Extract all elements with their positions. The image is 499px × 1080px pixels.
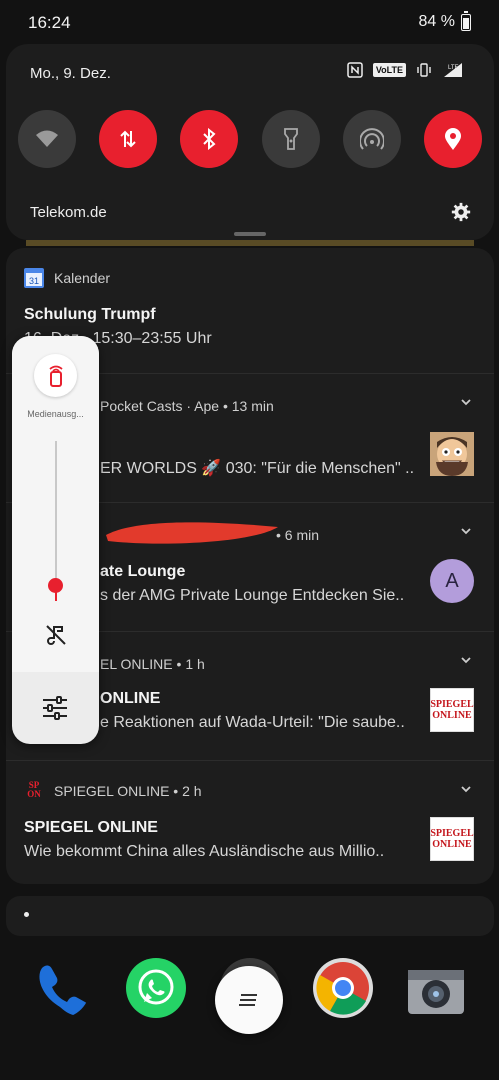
quick-settings-panel: Mo., 9. Dez. VoLTE LTE Telekom.de	[6, 44, 494, 240]
chevron-down-icon[interactable]	[460, 654, 472, 666]
phone-app-icon[interactable]	[30, 958, 90, 1018]
notification-time: 2 h	[182, 783, 202, 799]
notification-title: SPIEGEL ONLINE	[24, 819, 158, 836]
qs-tile-mobile-data[interactable]	[99, 110, 158, 168]
manage-notifications-icon	[239, 994, 257, 1006]
chevron-down-icon[interactable]	[460, 396, 472, 408]
music-off-icon[interactable]	[44, 623, 68, 647]
notification-body: e Reaktionen auf Wada-Urteil: "Die saube…	[100, 714, 405, 731]
nfc-icon	[347, 62, 363, 78]
app-name-text: Pocket Casts · Ape	[100, 398, 220, 414]
volte-badge: VoLTE	[372, 63, 406, 77]
remote-output-icon	[48, 365, 63, 387]
notification-time: • 6 min	[276, 527, 320, 543]
battery-percent: 84 %	[418, 13, 455, 30]
app-icon-line2: ON	[27, 789, 41, 799]
podcast-artwork	[430, 432, 474, 476]
status-bar: 16:24 84 %	[0, 0, 499, 44]
notification-time-value: 6 min	[284, 527, 320, 543]
chrome-app-icon[interactable]	[313, 958, 373, 1018]
qs-tile-flashlight[interactable]	[261, 110, 320, 168]
redaction-scribble	[106, 522, 278, 544]
sender-avatar: A	[430, 559, 474, 603]
logo-line2: ONLINE	[432, 710, 472, 721]
notification-time: 13 min	[231, 398, 274, 414]
qs-tile-wifi[interactable]	[18, 110, 76, 168]
carrier-label: Telekom.de	[30, 204, 107, 221]
overflow-dot	[24, 912, 29, 917]
battery-icon	[461, 10, 471, 31]
calendar-icon: 31	[24, 268, 44, 288]
qs-date[interactable]: Mo., 9. Dez.	[30, 65, 111, 82]
notification-app-name: SPIEGEL ONLINE • 2 h	[54, 783, 202, 799]
wallpaper-peek	[26, 240, 474, 246]
whatsapp-icon	[138, 969, 174, 1005]
notification-app-name: EL ONLINE • 1 h	[100, 656, 205, 672]
manage-notifications-button[interactable]	[215, 966, 283, 1034]
settings-gear-icon[interactable]	[450, 201, 472, 223]
app-name-text: EL ONLINE	[100, 656, 173, 672]
qs-drag-handle[interactable]	[234, 232, 266, 236]
notification-body: s der AMG Private Lounge Entdecken Sie..	[100, 587, 405, 604]
lte-label: LTE	[448, 65, 459, 71]
output-device-label: Medienausg...	[27, 409, 84, 419]
notification-body: ER WORLDS 🚀 030: "Für die Menschen" ..	[100, 460, 415, 477]
notification-title: Schulung Trumpf	[24, 306, 156, 323]
signal-icon: LTE	[444, 63, 462, 77]
notification-time: 1 h	[185, 656, 205, 672]
flashlight-icon	[283, 128, 298, 150]
camera-app-icon[interactable]	[406, 958, 466, 1018]
status-time: 16:24	[28, 13, 71, 32]
spiegel-logo: SPIEGEL ONLINE	[430, 688, 474, 732]
hotspot-icon	[359, 128, 384, 150]
chrome-icon	[316, 962, 369, 1015]
qs-tile-location[interactable]	[423, 110, 482, 168]
calendar-day: 31	[29, 276, 39, 286]
chevron-down-icon[interactable]	[460, 525, 472, 537]
wifi-icon	[36, 130, 58, 147]
vibrate-icon	[417, 63, 431, 77]
notification-app-name: Pocket Casts · Ape • 13 min	[100, 398, 274, 414]
mobile-data-icon	[120, 130, 136, 148]
status-right: 84 %	[418, 10, 471, 31]
qs-status-icons: VoLTE LTE	[347, 62, 464, 78]
spiegel-logo: SPIEGEL ONLINE	[430, 817, 474, 861]
qs-tiles	[18, 110, 482, 168]
app-name-text: SPIEGEL ONLINE	[54, 783, 170, 799]
volume-panel: Medienausg...	[12, 336, 99, 744]
logo-line2: ONLINE	[432, 839, 472, 850]
volume-knob[interactable]	[48, 577, 63, 593]
notification-overflow-bar[interactable]	[6, 896, 494, 936]
output-device-button[interactable]	[34, 354, 77, 397]
location-icon	[444, 128, 461, 150]
notification-spiegel-2[interactable]: SP ON SPIEGEL ONLINE • 2 h SPIEGEL ONLINE…	[6, 761, 494, 884]
notification-body: Wie bekommt China alles Ausländische aus…	[24, 843, 385, 860]
spiegel-app-icon: SP ON	[24, 781, 44, 801]
notification-app-name: Kalender	[54, 270, 111, 286]
notification-title: ONLINE	[100, 690, 161, 707]
whatsapp-app-icon[interactable]	[126, 958, 186, 1018]
logo-line1: SPIEGEL	[430, 699, 474, 710]
home-dock	[0, 950, 499, 1080]
chevron-down-icon[interactable]	[460, 783, 472, 795]
qs-tile-bluetooth[interactable]	[180, 110, 239, 168]
logo-line1: SPIEGEL	[430, 828, 474, 839]
bluetooth-icon	[203, 128, 216, 150]
sliders-settings-icon[interactable]	[41, 696, 69, 720]
notification-title: ate Lounge	[100, 563, 186, 580]
qs-tile-hotspot[interactable]	[342, 110, 401, 168]
